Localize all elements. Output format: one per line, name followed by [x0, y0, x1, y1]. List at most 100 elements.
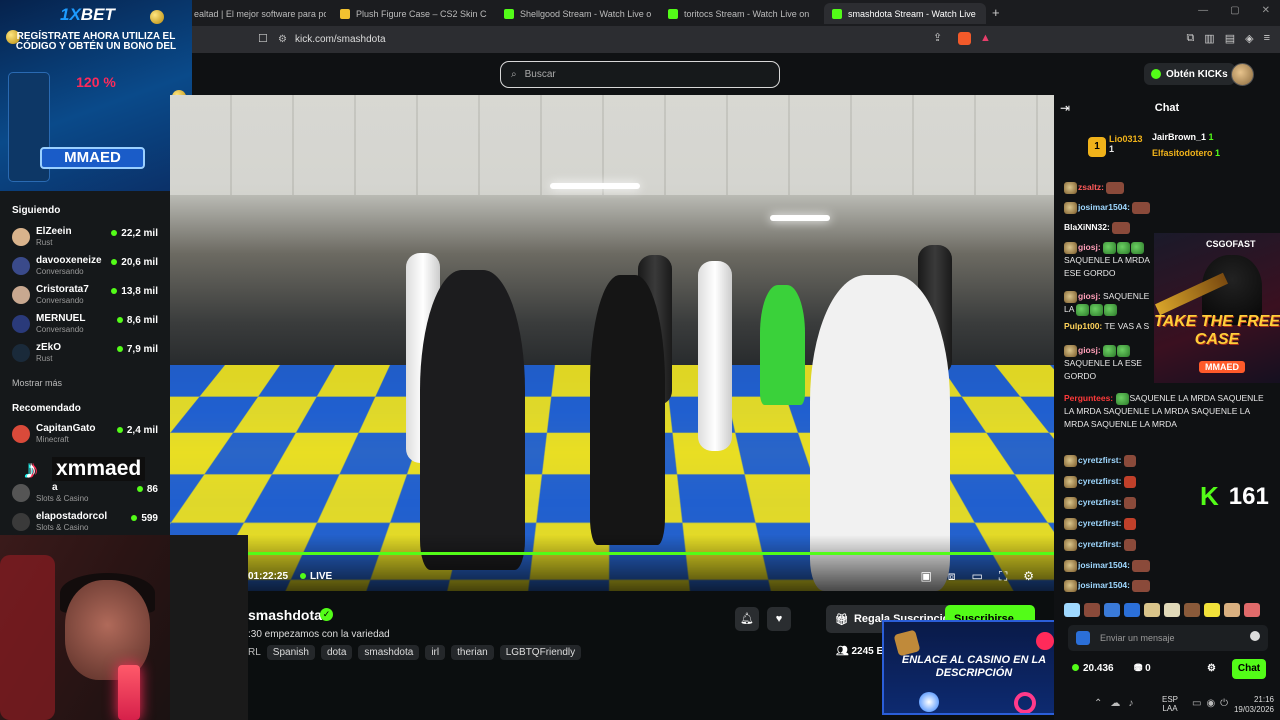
casino-promo-overlay: ENLACE AL CASINO EN LA DESCRIPCIÓN — [882, 620, 1066, 715]
emote-icon[interactable] — [1204, 603, 1220, 617]
emote-icon[interactable] — [1144, 603, 1160, 617]
tag-chip[interactable]: LGBTQFriendly — [499, 645, 582, 660]
channel-name: Cristorata7 — [36, 284, 89, 295]
recommended-channel-item[interactable]: elapostadorcol Slots & Casino 599 — [12, 510, 162, 536]
viewer-count: 2,4 mil — [117, 425, 158, 436]
channel-category: Conversando — [36, 267, 84, 276]
chat-message-input[interactable]: Enviar un mensaje — [1068, 625, 1268, 651]
extensions-icon[interactable]: ⧉ — [1186, 32, 1194, 45]
follow-heart-icon[interactable]: ♥ — [767, 607, 791, 631]
system-icons[interactable]: ▭◉⏻ — [1192, 698, 1233, 709]
menu-icon[interactable]: ≡ — [1264, 32, 1270, 45]
bookmark-icon[interactable]: ☐ — [258, 32, 268, 45]
send-chat-button[interactable]: Chat — [1232, 659, 1266, 679]
gifter-entry[interactable]: Lio0313 1 — [1109, 134, 1143, 154]
new-tab-icon[interactable]: + — [992, 5, 1000, 20]
emote-icon[interactable] — [1084, 603, 1100, 617]
browser-tab[interactable]: ealtad | El mejor software para pote — [186, 3, 326, 24]
emote-icon[interactable] — [1064, 603, 1080, 617]
category-tag[interactable]: RL — [248, 645, 261, 660]
channel-name-title[interactable]: smashdota — [248, 607, 322, 623]
chat-settings-gear-icon[interactable]: ⚙ — [1207, 663, 1216, 674]
share-icon[interactable]: ⇪ — [933, 31, 942, 44]
taskbar-clock[interactable]: 21:16 19/03/2026 — [1234, 695, 1274, 715]
csgofast-ad-overlay: CSGOFAST TAKE THE FREE CASE MMAED — [1154, 233, 1280, 383]
close-window-icon[interactable]: ✕ — [1262, 5, 1270, 16]
channel-points[interactable]: 20.436 — [1072, 663, 1114, 674]
url-field[interactable]: ⚙ kick.com/smashdota — [272, 30, 992, 49]
url-text: kick.com/smashdota — [294, 34, 386, 45]
chat-message: giosj: SAQUENLE LA — [1064, 290, 1150, 316]
browser-toolbar-icons: ⧉ ▥ ▤ ◈ ≡ — [1186, 32, 1270, 45]
progress-bar[interactable] — [248, 552, 1054, 555]
channel-category: Rust — [36, 238, 53, 247]
following-channel-item[interactable]: zEkO Rust 7,9 mil — [12, 341, 162, 367]
tag-chip[interactable]: therian — [451, 645, 494, 660]
vpn-icon[interactable]: ◈ — [1245, 32, 1253, 45]
recommended-channel-item[interactable]: CapitanGato Minecraft 2,4 mil — [12, 422, 162, 448]
browser-tab[interactable]: toritocs Stream - Watch Live on — [660, 3, 818, 24]
get-kicks-label: Obtén KICKs — [1166, 68, 1228, 80]
browser-tab[interactable]: Plush Figure Case – CS2 Skin Case O — [332, 3, 487, 24]
emote-icon[interactable] — [1184, 603, 1200, 617]
emote-icon[interactable] — [1104, 603, 1120, 617]
viewers-icon: 👥︎ — [836, 646, 849, 657]
tab-label: toritocs Stream - Watch Live on — [684, 8, 810, 19]
browser-tab[interactable]: Shellgood Stream - Watch Live o — [496, 3, 654, 24]
avatar — [12, 425, 30, 443]
input-language[interactable]: ESP LAA — [1162, 695, 1178, 713]
browser-tab-active[interactable]: smashdota Stream - Watch Live ✕ — [824, 3, 986, 24]
brave-shields-icon[interactable] — [958, 32, 971, 45]
webcam-door — [170, 535, 248, 720]
rewards-icon[interactable]: ▲ — [980, 32, 991, 44]
following-heading: Siguiendo — [12, 205, 61, 216]
avatar — [12, 513, 30, 531]
search-input[interactable]: ⌕ Buscar — [500, 61, 780, 88]
gifter-entry[interactable]: JairBrown_1 1 — [1152, 132, 1214, 142]
minimize-icon[interactable]: — — [1198, 5, 1208, 16]
tag-chip[interactable]: smashdota — [358, 645, 420, 660]
notification-bell-icon[interactable]: 🔔︎ — [735, 607, 759, 631]
gift-icon: 🎁︎ — [835, 613, 849, 626]
coin-icon — [150, 10, 164, 24]
sidebar-icon[interactable]: ▥ — [1204, 32, 1214, 45]
fullscreen-icon[interactable]: ⛶ — [999, 569, 1007, 584]
get-kicks-button[interactable]: Obtén KICKs — [1144, 63, 1235, 85]
emote-icon[interactable] — [1164, 603, 1180, 617]
following-channel-item[interactable]: Cristorata7 Conversando 13,8 mil — [12, 283, 162, 309]
tag-chip[interactable]: irl — [425, 645, 446, 660]
tray-icons[interactable]: ⌃☁♪ — [1094, 698, 1141, 709]
window-controls: — ▢ ✕ — [1198, 5, 1270, 16]
miniplayer-icon[interactable]: ▣ — [921, 569, 932, 584]
user-avatar[interactable] — [1231, 63, 1254, 86]
tab-label: ealtad | El mejor software para pote — [194, 8, 326, 19]
avatar — [12, 315, 30, 333]
following-channel-item[interactable]: MERNUEL Conversando 8,6 mil — [12, 312, 162, 338]
emote-icon[interactable] — [1244, 603, 1260, 617]
avatar — [12, 344, 30, 362]
windows-taskbar-tray: ⌃☁♪ ESP LAA ▭◉⏻ 21:16 19/03/2026 — [1066, 686, 1280, 720]
following-channel-item[interactable]: ElZeein Rust 22,2 mil — [12, 225, 162, 251]
live-badge: LIVE — [300, 571, 332, 582]
chat-header: ⇥ Chat — [1054, 95, 1280, 123]
settings-gear-icon[interactable]: ⚙ — [1023, 569, 1034, 584]
gifter-entry[interactable]: Elfasitodotero 1 — [1152, 148, 1220, 158]
site-info-icon[interactable]: ⚙ — [278, 34, 287, 45]
video-player[interactable]: 01:22:25 LIVE ▣ ⧈ ▭ ⛶ ⚙ — [170, 95, 1054, 591]
emoji-picker-icon[interactable] — [1250, 631, 1260, 641]
emote-icon[interactable] — [1124, 603, 1140, 617]
kick-favicon-icon — [832, 8, 842, 19]
theater-mode-icon[interactable]: ▭ — [971, 569, 982, 584]
clip-icon[interactable]: ⧈ — [948, 569, 956, 584]
wallet-icon[interactable]: ▤ — [1225, 32, 1235, 45]
following-channel-item[interactable]: davooxeneize Conversando 20,6 mil — [12, 254, 162, 280]
tag-chip[interactable]: dota — [320, 645, 353, 660]
show-more-link[interactable]: Mostrar más — [12, 378, 62, 388]
video-frame-light — [550, 183, 640, 189]
maximize-icon[interactable]: ▢ — [1230, 5, 1239, 16]
gifts-count[interactable]: ⛃ 0 — [1134, 663, 1151, 674]
emote-icon[interactable] — [1224, 603, 1240, 617]
tag-chip[interactable]: Spanish — [266, 645, 315, 660]
sponsor-ad-banner[interactable]: 1XBET REGÍSTRATE AHORA UTILIZA EL CÓDIGO… — [0, 0, 192, 191]
webcam-chair — [0, 555, 55, 720]
